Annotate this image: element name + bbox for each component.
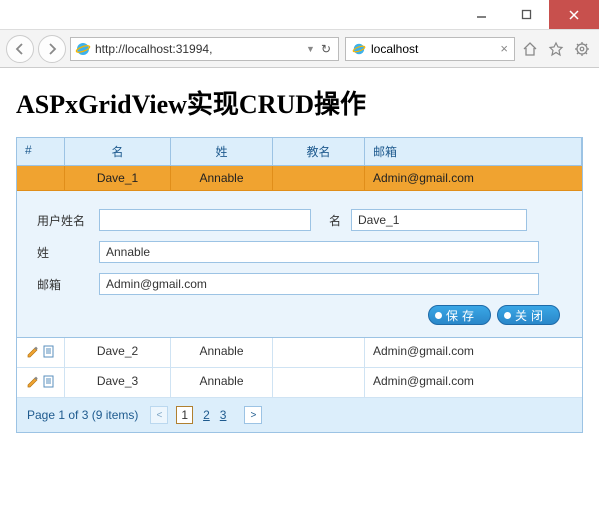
edit-icon[interactable] [26,374,40,391]
page-content: ASPxGridView实现CRUD操作 # 名 姓 教名 邮箱 Dave_1 … [0,68,599,443]
row-command-cell [17,338,65,367]
window-titlebar [0,0,599,30]
window-minimize-button[interactable] [459,0,504,29]
grid-cell-email: Admin@gmail.com [365,166,582,191]
pager-page-1[interactable]: 1 [176,406,193,424]
browser-tab[interactable]: localhost × [345,37,515,61]
input-username[interactable] [99,209,311,231]
pager-text: Page 1 of 3 (9 items) [27,408,138,422]
grid-cell-nick [273,368,365,397]
url-text: http://localhost:31994, [95,42,303,56]
label-name: 名 [321,212,341,229]
pager-page-3[interactable]: 3 [220,408,227,422]
pager-page-2[interactable]: 2 [203,408,210,422]
browser-toolbar: http://localhost:31994, ▼ ↻ localhost × [0,30,599,68]
close-button[interactable]: 关闭 [497,305,560,325]
save-button[interactable]: 保存 [428,305,491,325]
label-email: 邮箱 [37,276,89,293]
grid-view: # 名 姓 教名 邮箱 Dave_1 Annable Admin@gmail.c… [16,137,583,433]
grid-cell-name: Dave_3 [65,368,171,397]
label-username: 用户姓名 [37,212,89,229]
address-bar[interactable]: http://localhost:31994, ▼ ↻ [70,37,339,61]
grid-cell-email: Admin@gmail.com [365,338,582,367]
tools-button[interactable] [571,38,593,60]
input-name[interactable] [351,209,527,231]
input-email[interactable] [99,273,539,295]
new-icon[interactable] [42,374,56,391]
input-surname[interactable] [99,241,539,263]
pager: Page 1 of 3 (9 items) < 123 > [17,398,582,432]
edit-form: 用户姓名 名 姓 邮箱 保存 关闭 [17,191,582,338]
url-dropdown-icon[interactable]: ▼ [303,44,318,54]
grid-cell-email: Admin@gmail.com [365,368,582,397]
favorites-button[interactable] [545,38,567,60]
grid-cell-surname: Annable [171,166,273,191]
grid-header-surname[interactable]: 姓 [171,138,273,166]
tab-close-icon[interactable]: × [500,41,508,56]
grid-cell-name: Dave_1 [65,166,171,191]
grid-cell-surname: Annable [171,338,273,367]
grid-header-nick[interactable]: 教名 [273,138,365,166]
table-row[interactable]: Dave_3Annable Admin@gmail.com [17,368,582,398]
grid-header-row: # 名 姓 教名 邮箱 [17,138,582,166]
tab-title: localhost [371,42,495,56]
edit-icon[interactable] [26,344,40,361]
ie-icon [352,42,366,56]
window-maximize-button[interactable] [504,0,549,29]
grid-header-cmd[interactable]: # [17,138,65,166]
page-title: ASPxGridView实现CRUD操作 [16,84,583,121]
grid-cell-surname: Annable [171,368,273,397]
home-button[interactable] [519,38,541,60]
grid-cell-nick [273,166,365,191]
grid-header-email[interactable]: 邮箱 [365,138,582,166]
grid-cell-name: Dave_2 [65,338,171,367]
grid-selected-row[interactable]: Dave_1 Annable Admin@gmail.com [17,166,582,191]
pager-next-button[interactable]: > [244,406,262,424]
table-row[interactable]: Dave_2Annable Admin@gmail.com [17,338,582,368]
row-command-cell [17,368,65,397]
forward-button[interactable] [38,35,66,63]
window-close-button[interactable] [549,0,599,29]
back-button[interactable] [6,35,34,63]
grid-cell-nick [273,338,365,367]
grid-header-name[interactable]: 名 [65,138,171,166]
pager-prev-button[interactable]: < [150,406,168,424]
grid-cmd-cell [17,166,65,191]
ie-icon [75,41,91,57]
new-icon[interactable] [42,344,56,361]
refresh-button[interactable]: ↻ [318,42,334,56]
label-surname: 姓 [37,244,89,261]
